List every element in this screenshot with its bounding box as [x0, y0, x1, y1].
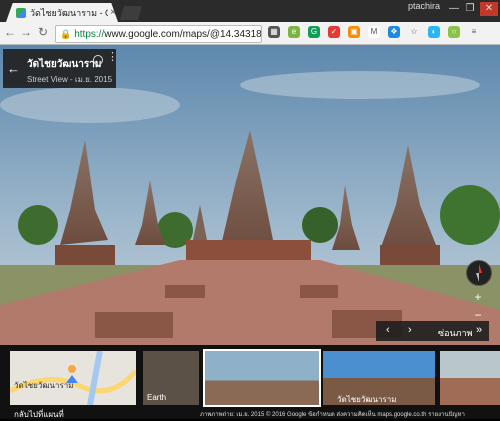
google-green-icon[interactable]: G: [308, 26, 320, 38]
forward-button[interactable]: →: [19, 24, 33, 40]
mini-map-label: วัดไชยวัฒนาราม: [14, 381, 74, 390]
hide-imagery-label[interactable]: ซ่อนภาพ: [438, 326, 473, 340]
ext-ring-icon[interactable]: ○: [448, 26, 460, 38]
zoom-in-button[interactable]: +: [468, 290, 488, 304]
place-info-card: ← วัดไชยวัฒนาราม Street View - เม.ย. 201…: [3, 49, 118, 88]
back-arrow-icon[interactable]: ←: [7, 61, 20, 76]
back-to-map-link[interactable]: กลับไปที่แผนที่: [14, 408, 64, 421]
collapse-icon[interactable]: »: [476, 324, 482, 336]
grid-icon[interactable]: ▦: [268, 26, 280, 38]
photo-thumbnail-label: วัดไชยวัฒนาราม: [337, 395, 397, 404]
maps-footer: ภาพภาพถ่าย: เม.ย. 2015 © 2016 Google ข้อ…: [200, 412, 465, 418]
earth-thumbnail[interactable]: Earth: [143, 351, 199, 405]
address-host-path: www.google.com/maps/@14.3431815,10: [104, 29, 262, 40]
bookmark-icon[interactable]: ❖: [388, 26, 400, 38]
address-scheme: https://: [74, 29, 105, 40]
photo-thumbnail-2[interactable]: [440, 351, 500, 405]
evernote-icon[interactable]: e: [288, 26, 300, 38]
tab-title: วัดไชยวัฒนาราม - Google แ: [30, 7, 108, 18]
zoom-out-button[interactable]: −: [468, 308, 488, 322]
minimize-button[interactable]: —: [447, 2, 461, 16]
mini-map-thumbnail[interactable]: วัดไชยวัฒนาราม: [10, 351, 136, 405]
user-profile-chip[interactable]: ptachira: [403, 1, 445, 11]
selected-photo-thumbnail[interactable]: [203, 349, 321, 407]
lock-icon: 🔒: [60, 29, 72, 39]
back-button[interactable]: ←: [3, 24, 17, 40]
close-window-button[interactable]: ✕: [480, 2, 498, 16]
gmail-icon[interactable]: M: [368, 26, 380, 38]
maximize-button[interactable]: ❐: [463, 2, 477, 16]
more-options-icon[interactable]: ⋮: [107, 52, 118, 63]
earth-label: Earth: [147, 393, 167, 402]
browser-tab[interactable]: วัดไชยวัฒนาราม - Google แ ×: [6, 3, 118, 22]
ext-orange-icon[interactable]: ▣: [348, 26, 360, 38]
menu-icon[interactable]: ≡: [468, 26, 480, 38]
street-view-panorama[interactable]: [0, 45, 500, 345]
address-bar[interactable]: 🔒https://www.google.com/maps/@14.3431815…: [55, 25, 262, 43]
tasks-icon[interactable]: ✓: [328, 26, 340, 38]
place-title: วัดไชยวัฒนาราม: [27, 59, 102, 70]
prev-arrow-icon[interactable]: ‹: [386, 324, 390, 336]
next-arrow-icon[interactable]: ›: [408, 324, 412, 336]
reload-button[interactable]: ↻: [36, 24, 50, 40]
ext-blue-icon[interactable]: ◐: [428, 26, 440, 38]
place-subtitle: Street View - เม.ย. 2015: [27, 75, 113, 84]
maps-favicon-icon: [16, 7, 26, 18]
star-icon[interactable]: ☆: [408, 26, 420, 38]
photo-thumbnail[interactable]: วัดไชยวัฒนาราม: [323, 351, 435, 405]
imagery-navbar: ‹ › ซ่อนภาพ »: [376, 321, 489, 341]
compass-icon[interactable]: [466, 260, 492, 286]
